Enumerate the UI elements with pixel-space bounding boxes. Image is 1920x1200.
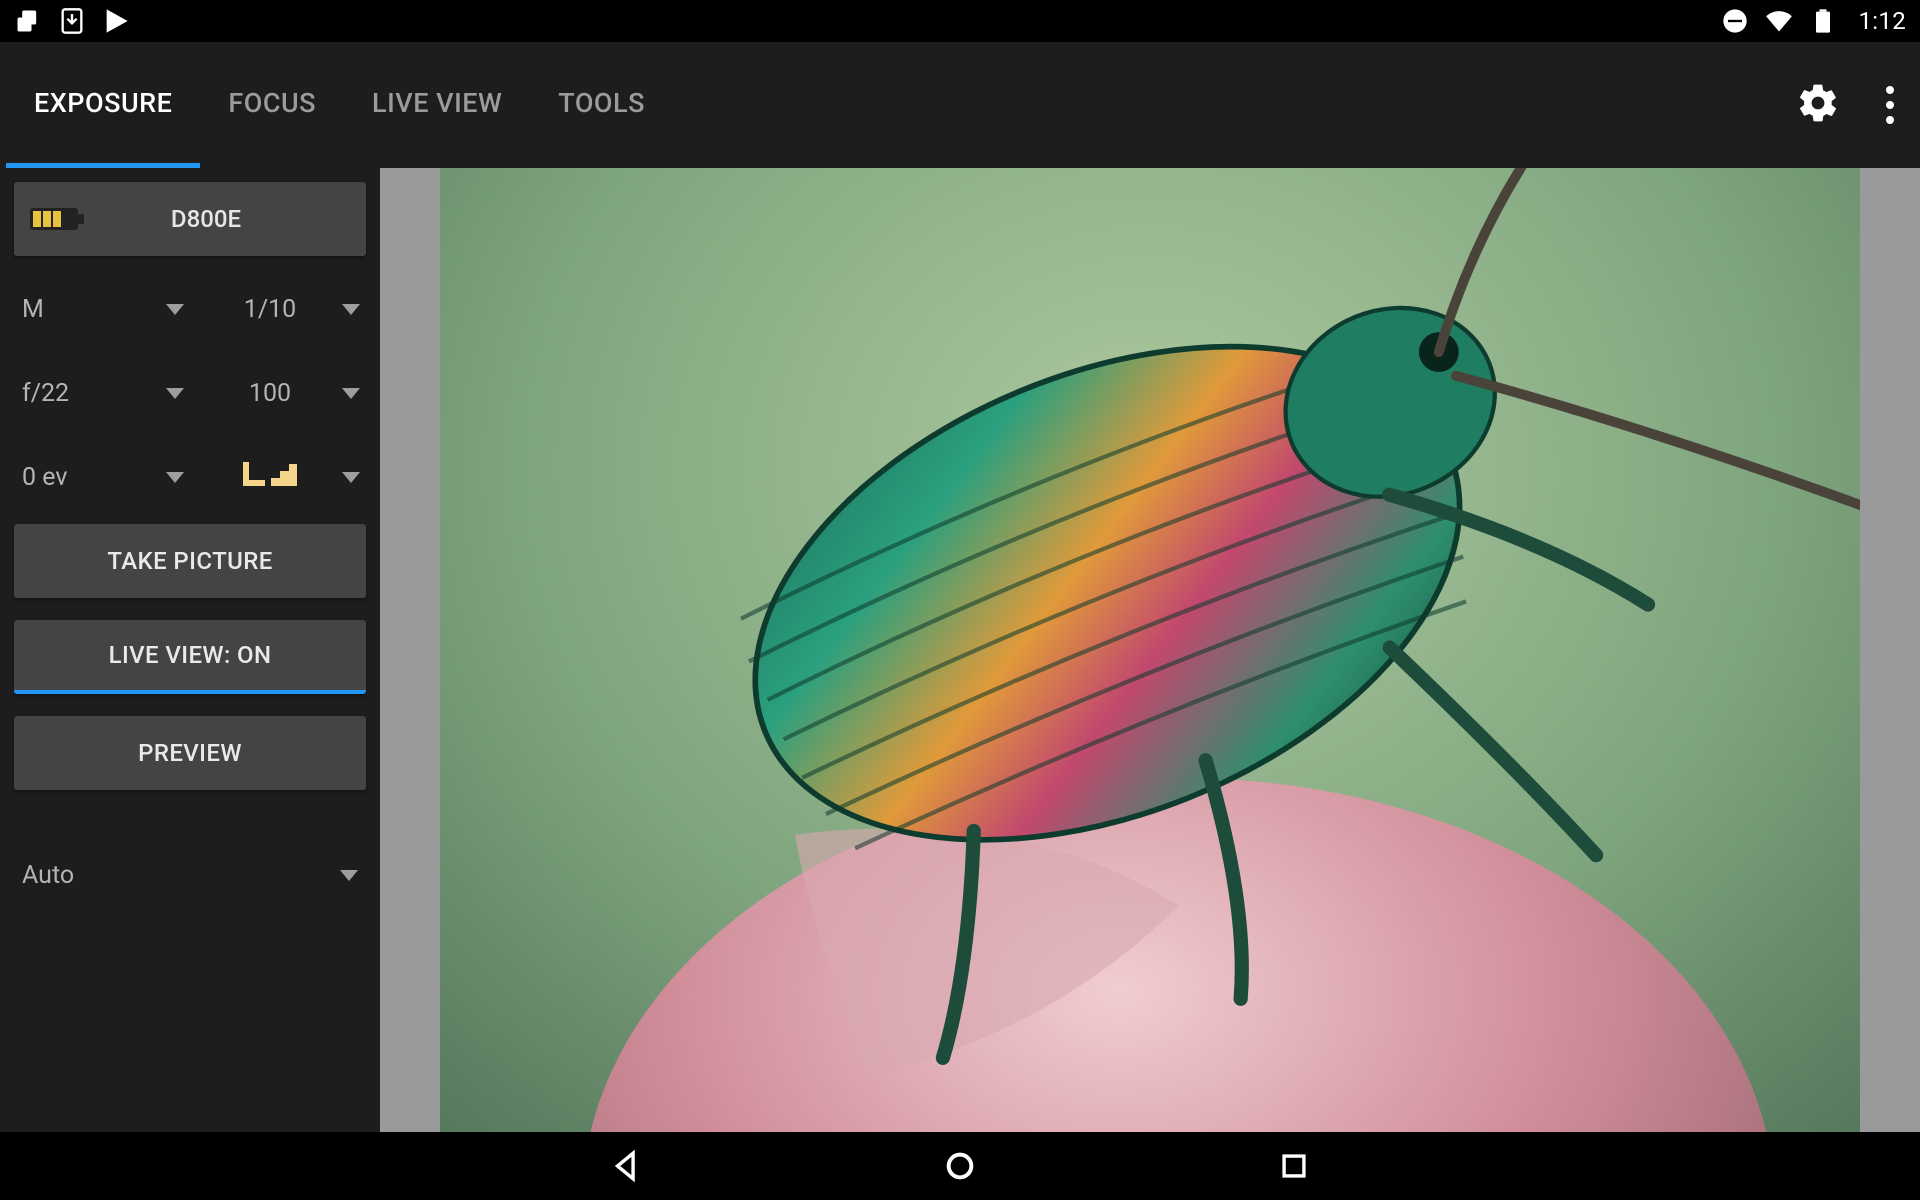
quality-icon: [243, 462, 297, 486]
dnd-icon: [1721, 7, 1749, 35]
settings-icon[interactable]: [1796, 81, 1840, 129]
android-status-bar: 1:12: [0, 0, 1920, 42]
focus-mode-value: Auto: [22, 861, 74, 890]
iso-selector[interactable]: 100: [190, 368, 366, 418]
tab-label: LIVE VIEW: [372, 87, 502, 119]
button-label: LIVE VIEW: ON: [109, 641, 272, 669]
live-view-panel: [380, 168, 1920, 1132]
shutter-value: 1/10: [190, 295, 342, 324]
nav-back-button[interactable]: [609, 1149, 643, 1183]
app-bar: EXPOSURE FOCUS LIVE VIEW TOOLS: [0, 42, 1920, 168]
tab-label: EXPOSURE: [34, 87, 172, 119]
status-clock: 1:12: [1859, 7, 1906, 35]
exposure-params: M 1/10 f/22 100 0 ev: [14, 284, 366, 502]
take-picture-button[interactable]: TAKE PICTURE: [14, 524, 366, 598]
chevron-down-icon: [166, 304, 184, 315]
screenshot-icon: [14, 7, 42, 35]
live-view-image[interactable]: [440, 168, 1860, 1132]
android-nav-bar: [0, 1132, 1920, 1200]
mode-value: M: [14, 295, 44, 324]
main-content: D800E M 1/10 f/22 100 0 ev: [0, 168, 1920, 1132]
download-icon: [58, 7, 86, 35]
preview-button[interactable]: PREVIEW: [14, 716, 366, 790]
chevron-down-icon: [340, 870, 358, 881]
battery-icon: [1809, 7, 1837, 35]
aperture-selector[interactable]: f/22: [14, 368, 190, 418]
tab-focus[interactable]: FOCUS: [200, 42, 344, 168]
chevron-down-icon: [166, 388, 184, 399]
tab-label: TOOLS: [558, 87, 645, 119]
shutter-selector[interactable]: 1/10: [190, 284, 366, 334]
play-store-icon: [102, 7, 130, 35]
button-label: PREVIEW: [138, 739, 242, 767]
chevron-down-icon: [342, 304, 360, 315]
button-label: TAKE PICTURE: [107, 547, 272, 575]
wifi-icon: [1765, 7, 1793, 35]
quality-selector[interactable]: [190, 452, 366, 502]
chevron-down-icon: [342, 472, 360, 483]
camera-model-label: D800E: [102, 205, 366, 233]
tab-label: FOCUS: [228, 87, 316, 119]
ev-selector[interactable]: 0 ev: [14, 452, 190, 502]
camera-selector[interactable]: D800E: [14, 182, 366, 256]
nav-recent-button[interactable]: [1277, 1149, 1311, 1183]
chevron-down-icon: [342, 388, 360, 399]
camera-battery-icon: [30, 206, 86, 232]
tab-live-view[interactable]: LIVE VIEW: [344, 42, 530, 168]
ev-value: 0 ev: [14, 463, 67, 492]
overflow-menu-icon[interactable]: [1884, 82, 1896, 128]
live-view-toggle-button[interactable]: LIVE VIEW: ON: [14, 620, 366, 694]
tab-strip: EXPOSURE FOCUS LIVE VIEW TOOLS: [6, 42, 1796, 168]
nav-home-button[interactable]: [943, 1149, 977, 1183]
tab-tools[interactable]: TOOLS: [530, 42, 673, 168]
quality-value: [190, 462, 342, 493]
iso-value: 100: [190, 379, 342, 408]
focus-mode-selector[interactable]: Auto: [14, 850, 366, 900]
chevron-down-icon: [166, 472, 184, 483]
exposure-sidebar: D800E M 1/10 f/22 100 0 ev: [0, 168, 380, 1132]
tab-exposure[interactable]: EXPOSURE: [6, 42, 200, 168]
mode-selector[interactable]: M: [14, 284, 190, 334]
aperture-value: f/22: [14, 379, 69, 408]
